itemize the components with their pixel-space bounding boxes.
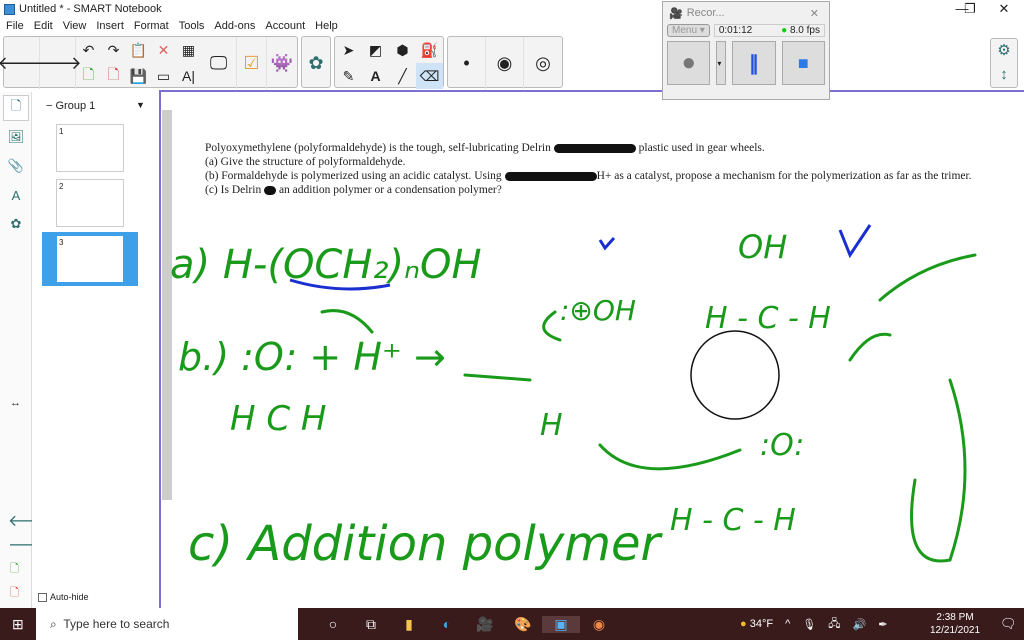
recorder-app-icon[interactable]: 🎥 [466, 616, 504, 633]
hch-label: H - C - H [705, 301, 831, 336]
pen-icon[interactable]: ✒ [878, 618, 887, 631]
o-label: :O: [760, 428, 804, 463]
search-placeholder: Type here to search [63, 617, 170, 631]
oh-label: OH [738, 228, 787, 266]
answer-b: b.) :O: + H⁺ → [178, 335, 446, 379]
recorder-window: 🎥 Recor... ✕ Menu ▾ 0:01:12 ● 8.0 fps ● ▾… [662, 1, 830, 100]
recorder-title: Recor... [686, 7, 725, 19]
pause-button[interactable]: ∥ [732, 41, 776, 85]
clock[interactable]: 2:38 PM 12/21/2021 [930, 611, 980, 637]
taskbar-search[interactable]: ⌕ Type here to search [36, 608, 298, 640]
weather-widget[interactable]: ● 34°F [740, 618, 773, 630]
answer-a: a) H-(OCH₂)ₙOH [170, 242, 482, 288]
hch2-label: H - C - H [670, 503, 796, 538]
task-view-icon[interactable]: ⧉ [352, 616, 390, 633]
recorder-fps: ● 8.0 fps [781, 25, 820, 36]
network-icon[interactable]: 🖧 [828, 615, 840, 634]
file-explorer-icon[interactable]: ▮ [390, 616, 428, 633]
windows-start-icon[interactable]: ⊞ [12, 616, 24, 633]
smart-notebook-taskbar-icon[interactable]: ▣ [542, 615, 580, 633]
paint-icon[interactable]: 🎨 [504, 616, 542, 633]
record-dropdown[interactable]: ▾ [716, 41, 727, 85]
clock-date: 12/21/2021 [930, 625, 981, 636]
stop-button[interactable]: ■ [781, 41, 825, 85]
recorder-close-button[interactable]: ✕ [810, 7, 819, 20]
answer-c: c) Addition polymer [188, 516, 664, 572]
h-label: H [540, 408, 563, 443]
microphone-icon[interactable]: 🎙 [802, 618, 816, 631]
protonated-oh: :⊕OH [560, 294, 636, 327]
show-hidden-icons[interactable]: ^ [785, 618, 790, 630]
notifications-icon[interactable]: 🗨 [1000, 616, 1017, 632]
record-button[interactable]: ● [667, 41, 711, 85]
taskbar: ⊞ ⌕ Type here to search ○ ⧉ ▮ ◐ 🎥 🎨 ▣ ◉ … [0, 608, 1024, 640]
edge-icon[interactable]: ◐ [428, 616, 466, 633]
volume-icon[interactable]: 🔊 [852, 618, 866, 631]
recorder-menu-button[interactable]: Menu ▾ [667, 24, 710, 37]
recorder-time: 0:01:12 [718, 25, 753, 36]
handwriting-layer: a) H-(OCH₂)ₙOH b.) :O: + H⁺ → H C H c) A… [170, 224, 977, 572]
chrome-icon[interactable]: ◉ [580, 616, 618, 633]
cortana-icon[interactable]: ○ [314, 616, 352, 633]
recorder-icon: 🎥 [669, 7, 683, 20]
clock-time: 2:38 PM [936, 612, 974, 623]
answer-b-h: H C H [230, 399, 327, 439]
